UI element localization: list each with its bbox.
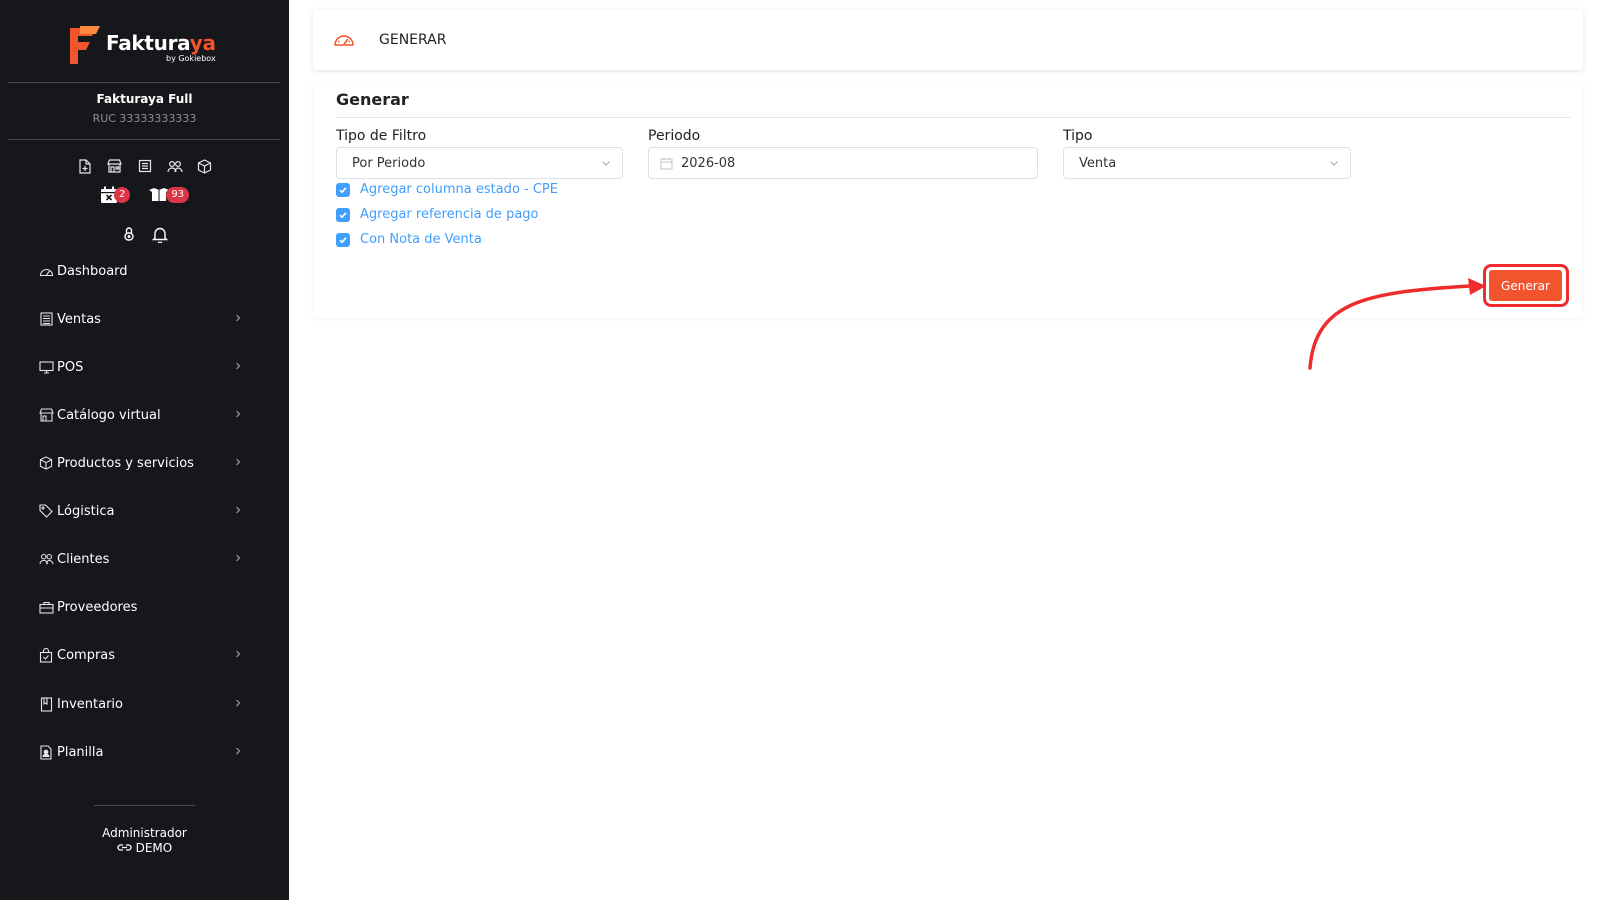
divider [8, 139, 280, 140]
monitor-icon [38, 359, 54, 375]
quick-actions [0, 157, 289, 175]
chevron-down-icon [602, 161, 610, 166]
checkbox-checked-icon[interactable] [336, 182, 350, 197]
sidebar-item-logistica[interactable]: Lógistica [38, 498, 244, 524]
sidebar-item-label: Inventario [57, 696, 123, 712]
checkbox-checked-icon[interactable] [336, 232, 350, 247]
sidebar-item-label: Clientes [57, 551, 110, 567]
sidebar-item-label: POS [57, 359, 84, 375]
sidebar-item-label: Lógistica [57, 503, 115, 519]
chevron-right-icon [236, 699, 241, 707]
speedometer-icon [38, 263, 54, 279]
tipo-value: Venta [1079, 155, 1117, 171]
book-icon [38, 696, 54, 712]
tipo-filtro-select[interactable]: Por Periodo [336, 147, 623, 179]
boxes-badge-count: 93 [166, 187, 190, 203]
periodo-value: 2026-08 [681, 155, 736, 171]
divider [8, 82, 280, 83]
new-document-icon[interactable] [76, 157, 94, 175]
user-info[interactable]: Administrador DEMO [0, 826, 289, 856]
checkbox-label: Con Nota de Venta [360, 232, 482, 247]
chevron-right-icon [236, 458, 241, 466]
chevron-right-icon [236, 362, 241, 370]
form-title: Generar [336, 90, 409, 109]
brand-name: Fakturaya [106, 31, 216, 55]
users-icon [38, 551, 54, 567]
briefcase-icon [38, 599, 54, 615]
box-icon[interactable] [196, 157, 214, 175]
receipt-icon [38, 311, 54, 327]
calendar-alert[interactable]: 2 [100, 186, 131, 204]
receipt-list-icon[interactable] [136, 157, 154, 175]
sidebar-item-label: Proveedores [57, 599, 138, 615]
calendar-icon [660, 157, 673, 169]
sidebar-item-label: Ventas [57, 311, 101, 327]
sidebar-item-label: Planilla [57, 744, 104, 760]
sidebar-item-catalogo[interactable]: Catálogo virtual [38, 402, 244, 428]
checkbox-label: Agregar referencia de pago [360, 207, 539, 222]
sidebar-item-productos[interactable]: Productos y servicios [38, 450, 244, 476]
generate-form-card: Generar Tipo de Filtro Por Periodo Perio… [313, 82, 1583, 318]
sidebar-item-inventario[interactable]: Inventario [38, 691, 244, 717]
tipo-select[interactable]: Venta [1063, 147, 1351, 179]
chevron-right-icon [236, 747, 241, 755]
periodo-label: Periodo [648, 128, 701, 144]
sidebar-item-ventas[interactable]: Ventas [38, 306, 244, 332]
chevron-right-icon [236, 314, 241, 322]
users-icon[interactable] [166, 157, 184, 175]
chevron-right-icon [236, 650, 241, 658]
sidebar-item-label: Catálogo virtual [57, 407, 161, 423]
boxes-alert[interactable]: 93 [148, 186, 190, 204]
user-name: DEMO [135, 841, 173, 855]
sidebar: Fakturaya by Gokiebox Fakturaya Full RUC… [0, 0, 289, 900]
file-person-icon [38, 744, 54, 760]
sidebar-item-clientes[interactable]: Clientes [38, 546, 244, 572]
store-icon[interactable] [106, 157, 124, 175]
company-ruc: RUC 33333333333 [92, 112, 197, 125]
shopping-bag-icon [38, 647, 54, 663]
checkbox-checked-icon[interactable] [336, 207, 350, 222]
sidebar-item-label: Dashboard [57, 263, 128, 279]
divider [94, 805, 195, 806]
chevron-right-icon [236, 410, 241, 418]
calendar-badge-count: 2 [113, 187, 131, 203]
periodo-date-picker[interactable]: 2026-08 [648, 147, 1038, 179]
sidebar-item-compras[interactable]: Compras [38, 642, 244, 668]
bell-icon[interactable] [151, 226, 168, 247]
link-icon [117, 844, 132, 851]
generate-button[interactable]: Generar [1489, 270, 1562, 301]
lock-icon[interactable] [122, 226, 136, 247]
notification-badges: 2 93 [0, 186, 289, 204]
checkbox-estado-cpe[interactable]: Agregar columna estado - CPE [336, 182, 558, 197]
checkbox-label: Agregar columna estado - CPE [360, 182, 558, 197]
box-icon [38, 455, 54, 471]
speedometer-icon [334, 35, 354, 46]
user-name-row: DEMO [0, 841, 289, 856]
page-header: GENERAR [313, 10, 1583, 70]
store-icon [38, 407, 54, 423]
sidebar-item-pos[interactable]: POS [38, 354, 244, 380]
sidebar-item-dashboard[interactable]: Dashboard [38, 258, 244, 284]
page-title: GENERAR [379, 32, 447, 48]
chevron-right-icon [236, 506, 241, 514]
checkbox-referencia-pago[interactable]: Agregar referencia de pago [336, 207, 539, 222]
brand-byline: by Gokiebox [165, 54, 216, 63]
chevron-down-icon [1330, 161, 1338, 166]
tag-icon [38, 503, 54, 519]
checkbox-nota-venta[interactable]: Con Nota de Venta [336, 232, 482, 247]
tipo-filtro-value: Por Periodo [352, 155, 426, 171]
utility-icons [0, 226, 289, 247]
chevron-right-icon [236, 554, 241, 562]
tipo-label: Tipo [1063, 128, 1093, 144]
sidebar-item-label: Compras [57, 647, 116, 663]
user-role: Administrador [102, 826, 187, 840]
company-name: Fakturaya Full [96, 92, 193, 106]
sidebar-item-planilla[interactable]: Planilla [38, 739, 244, 765]
sidebar-item-label: Productos y servicios [57, 455, 194, 471]
sidebar-item-proveedores[interactable]: Proveedores [38, 594, 244, 620]
fakturaya-logo-icon [70, 26, 100, 64]
brand-logo[interactable]: Fakturaya by Gokiebox [66, 24, 216, 68]
tipo-filtro-label: Tipo de Filtro [336, 128, 427, 144]
divider [336, 117, 1571, 118]
